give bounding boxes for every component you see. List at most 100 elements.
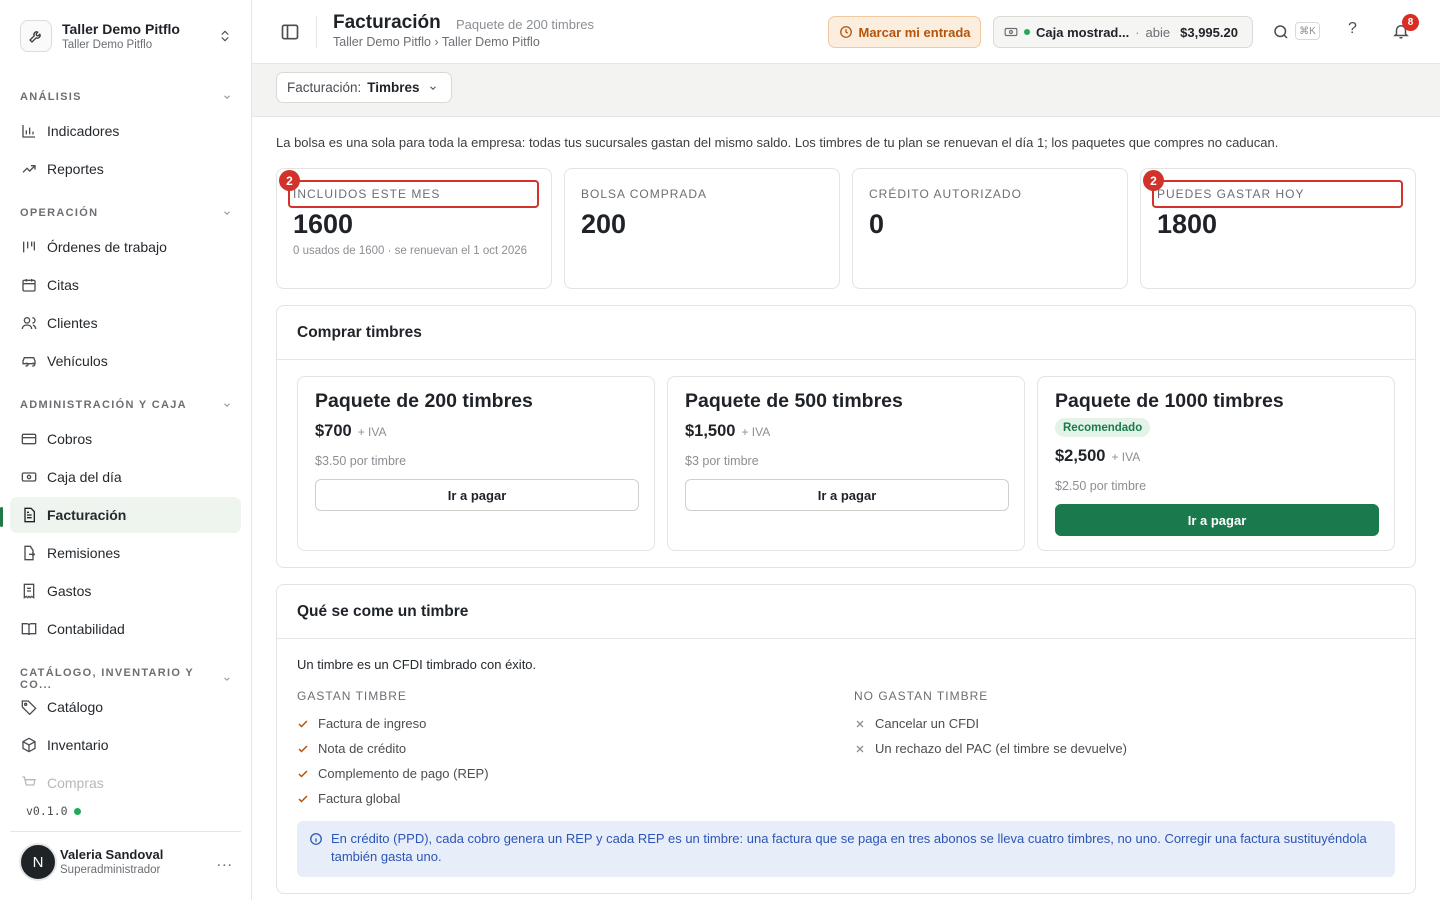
users-icon	[20, 315, 37, 332]
package-card-500: Paquete de 500 timbres $1,500 + IVA $3 po…	[667, 376, 1025, 551]
chevron-down-icon	[224, 677, 230, 681]
x-icon	[856, 745, 864, 752]
pay-button-primary[interactable]: Ir a pagar	[1055, 504, 1379, 536]
org-switcher[interactable]: Taller Demo Pitflo Taller Demo Pitflo	[20, 17, 242, 55]
check-icon	[298, 744, 308, 753]
section-analisis[interactable]: ANÁLISIS	[20, 91, 232, 103]
sidebar-item-label: Órdenes de trabajo	[47, 239, 167, 255]
sidebar-item-label: Facturación	[47, 507, 127, 523]
section-administracion[interactable]: ADMINISTRACIÓN Y CAJA	[20, 399, 232, 411]
stat-label: BOLSA COMPRADA	[581, 187, 708, 201]
consumption-intro: Un timbre es un CFDI timbrado con éxito.	[297, 657, 537, 672]
highlight-marker: 2	[279, 170, 300, 191]
package-tax: + IVA	[741, 425, 771, 439]
org-name: Taller Demo Pitflo	[62, 21, 180, 37]
sidebar-item-citas[interactable]: Citas	[10, 267, 241, 303]
list-item-label: Factura global	[318, 791, 401, 806]
sidebar-item-label: Vehículos	[47, 353, 108, 369]
info-note: En crédito (PPD), cada cobro genera un R…	[297, 821, 1395, 877]
package-title: Paquete de 1000 timbres	[1055, 390, 1284, 412]
chevron-down-icon	[224, 211, 230, 215]
package-unit-price: $2.50 por timbre	[1055, 479, 1147, 493]
divider	[10, 831, 241, 832]
sidebar-item-cobros[interactable]: Cobros	[10, 421, 241, 457]
buy-panel-title: Comprar timbres	[277, 306, 1415, 360]
calendar-icon	[20, 277, 37, 294]
package-price-row: $2,500 + IVA	[1055, 447, 1140, 466]
check-icon	[298, 794, 308, 803]
stat-value: 1800	[1157, 209, 1218, 239]
section-select[interactable]: Facturación: Timbres	[276, 72, 452, 103]
chevron-down-icon	[224, 95, 230, 99]
package-price: $1,500	[685, 422, 736, 440]
search-icon[interactable]	[1272, 23, 1290, 41]
pay-button[interactable]: Ir a pagar	[315, 479, 639, 511]
sidebar-item-label: Catálogo	[47, 699, 104, 715]
package-title: Paquete de 200 timbres	[315, 390, 533, 412]
chevron-down-icon	[429, 85, 436, 90]
cash-register-name: Caja mostrad...	[1036, 24, 1130, 40]
sidebar-item-facturacion[interactable]: Facturación	[10, 497, 241, 533]
section-catalogo[interactable]: CATÁLOGO, INVENTARIO Y CO...	[20, 667, 232, 691]
spend-heading: GASTAN TIMBRE	[297, 689, 407, 703]
divider	[316, 16, 317, 48]
sidebar-item-compras[interactable]: Compras	[10, 765, 241, 801]
select-value: Timbres	[367, 80, 420, 95]
section-title: ANÁLISIS	[20, 91, 82, 103]
sidebar-item-label: Compras	[47, 775, 104, 791]
stat-value: 1600	[293, 209, 354, 239]
buy-panel: Comprar timbres Paquete de 200 timbres $…	[276, 305, 1416, 568]
tag-icon	[20, 699, 37, 716]
top-header: Facturación Paquete de 200 timbres Talle…	[252, 0, 1440, 64]
more-options-icon[interactable]: ...	[217, 853, 233, 871]
sidebar-item-ordenes[interactable]: Órdenes de trabajo	[10, 229, 241, 265]
page-subtitle: Paquete de 200 timbres	[456, 17, 595, 32]
package-title: Paquete de 500 timbres	[685, 390, 903, 412]
active-indicator	[0, 507, 3, 527]
pay-button[interactable]: Ir a pagar	[685, 479, 1009, 511]
nospend-heading: NO GASTAN TIMBRE	[854, 689, 989, 703]
package-tax: + IVA	[357, 425, 387, 439]
section-operacion[interactable]: OPERACIÓN	[20, 207, 232, 219]
package-price: $700	[315, 422, 352, 440]
sidebar-item-catalogo[interactable]: Catálogo	[10, 689, 241, 725]
clock-icon	[839, 26, 852, 38]
sidebar-item-label: Reportes	[47, 161, 104, 177]
clock-in-button[interactable]: Marcar mi entrada	[828, 16, 981, 48]
sidebar-item-contabilidad[interactable]: Contabilidad	[10, 611, 241, 647]
consumption-panel-title: Qué se come un timbre	[277, 585, 1415, 639]
sidebar-item-label: Citas	[47, 277, 79, 293]
sidebar-item-clientes[interactable]: Clientes	[10, 305, 241, 341]
list-item-label: Cancelar un CFDI	[875, 716, 980, 731]
chevron-updown-icon	[221, 30, 229, 42]
list-item: Nota de crédito	[297, 741, 406, 756]
sidebar-item-vehiculos[interactable]: Vehículos	[10, 343, 241, 379]
cash-icon	[20, 469, 37, 486]
list-item: Cancelar un CFDI	[854, 716, 979, 731]
sidebar-item-gastos[interactable]: Gastos	[10, 573, 241, 609]
status-dot	[1024, 29, 1030, 35]
help-icon[interactable]: ?	[1348, 20, 1357, 38]
sidebar-item-label: Gastos	[47, 583, 92, 599]
sidebar-item-indicadores[interactable]: Indicadores	[10, 113, 241, 149]
sidebar-item-caja[interactable]: Caja del día	[10, 459, 241, 495]
list-item-label: Factura de ingreso	[318, 716, 427, 731]
cash-register-amount: $3,995.20	[1180, 24, 1238, 40]
stat-value: 200	[581, 209, 627, 239]
stat-detail: 0 usados de 1600 · se renuevan el 1 oct …	[293, 245, 528, 257]
breadcrumb[interactable]: Taller Demo Pitflo › Taller Demo Pitflo	[333, 35, 540, 49]
info-icon	[310, 833, 322, 845]
status-dot	[73, 807, 81, 815]
check-icon	[298, 769, 308, 778]
cash-register-selector[interactable]: Caja mostrad... · abie $3,995.20	[993, 16, 1253, 48]
sidebar-toggle-icon[interactable]	[280, 22, 300, 42]
select-label: Facturación:	[287, 80, 362, 95]
sidebar-item-label: Contabilidad	[47, 621, 125, 637]
list-item-label: Nota de crédito	[318, 741, 407, 756]
user-menu[interactable]: N Valeria Sandoval Superadministrador ..…	[19, 842, 241, 882]
sidebar-item-reportes[interactable]: Reportes	[10, 151, 241, 187]
package-price: $2,500	[1055, 447, 1106, 465]
sidebar-item-inventario[interactable]: Inventario	[10, 727, 241, 763]
wrench-icon	[20, 20, 52, 52]
sidebar-item-remisiones[interactable]: Remisiones	[10, 535, 241, 571]
